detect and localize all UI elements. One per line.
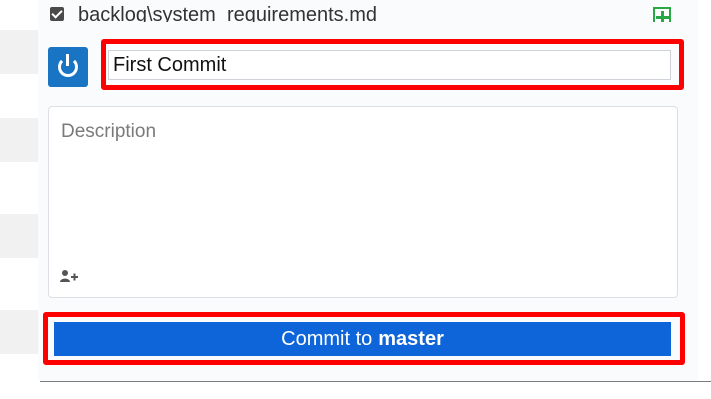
commit-description-input[interactable] (49, 107, 677, 257)
gutter-stripe (0, 214, 38, 258)
commit-summary-input[interactable] (108, 50, 671, 80)
add-coauthor-icon[interactable] (59, 269, 79, 283)
changed-file-row[interactable]: backlog\system_requirements.md (38, 0, 698, 22)
github-power-icon (48, 47, 88, 87)
branch-name: master (378, 327, 444, 350)
divider (40, 381, 711, 382)
gutter-stripe (0, 30, 38, 74)
file-added-icon (653, 7, 671, 22)
file-path: backlog\system_requirements.md (78, 4, 378, 22)
gutter-stripe (0, 310, 38, 354)
gutter-stripe (0, 118, 38, 162)
commit-button[interactable]: Commit to master (54, 322, 671, 356)
file-checkbox[interactable] (50, 7, 64, 21)
commit-description-box[interactable] (48, 106, 678, 298)
commit-button-label: Commit to (281, 327, 373, 350)
